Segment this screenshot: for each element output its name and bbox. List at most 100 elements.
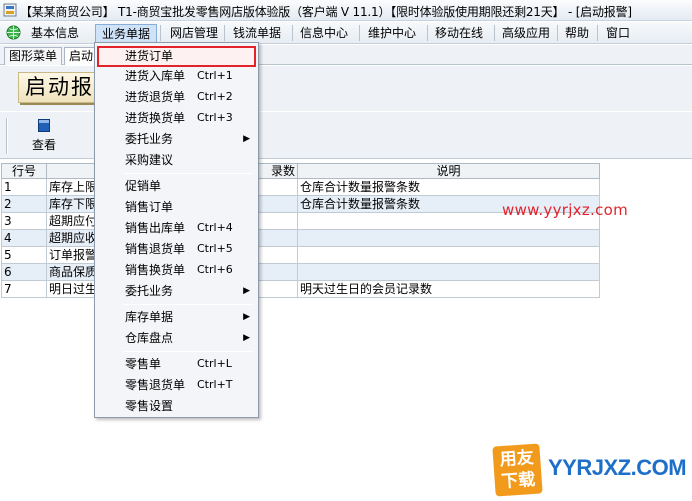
menu-help[interactable]: 帮助 <box>559 24 595 43</box>
row-name: 库存下限 <box>45 195 101 213</box>
site-logo: 用友 下载 YYRJXZ.COM <box>492 441 687 497</box>
column-header-description[interactable]: 说明 <box>297 163 601 179</box>
menu-item-shortcut: Ctrl+4 <box>197 221 233 234</box>
submenu-arrow-icon: ▶ <box>243 286 250 296</box>
row-name: 超期应付 <box>45 212 101 230</box>
toolbar-separator <box>6 118 8 154</box>
menu-online-store[interactable]: 网店管理 <box>164 24 224 43</box>
title-bar: 【某某商贸公司】 T1-商贸宝批发零售网店版体验版（客户端 V 11.1）【限时… <box>0 0 692 21</box>
menu-item-shortcut: Ctrl+T <box>197 378 233 391</box>
menu-item-purchase-receipt[interactable]: 进货入库单 Ctrl+1 <box>97 66 256 87</box>
menu-business-documents[interactable]: 业务单据 <box>95 24 158 43</box>
menu-separator <box>160 25 161 41</box>
menu-item-retail-settings[interactable]: 零售设置 <box>97 396 256 417</box>
menu-item-label: 零售单 <box>125 357 162 371</box>
submenu-arrow-icon: ▶ <box>243 333 250 343</box>
menu-separator <box>123 173 253 174</box>
menu-item-promotion[interactable]: 促销单 <box>97 176 256 197</box>
menu-maintenance[interactable]: 维护中心 <box>362 24 422 43</box>
menu-advanced[interactable]: 高级应用 <box>496 24 556 43</box>
menu-cash-documents[interactable]: 钱流单据 <box>227 24 287 43</box>
logo-site-text: YYRJXZ.COM <box>548 455 687 480</box>
row-name: 订单报警 <box>45 246 101 264</box>
menu-item-label: 销售出库单 <box>125 221 186 235</box>
menu-item-purchase-suggestion[interactable]: 采购建议 <box>97 150 256 171</box>
menu-item-label: 进货退货单 <box>125 90 186 104</box>
view-button-label: 查看 <box>31 138 56 152</box>
row-number: 3 <box>1 212 47 230</box>
row-description: 明天过生日的会员记录数 <box>297 280 601 298</box>
submenu-arrow-icon: ▶ <box>243 312 250 322</box>
menu-item-consignment-purchase[interactable]: 委托业务 ▶ <box>97 129 256 150</box>
view-button[interactable]: 查看 <box>22 119 66 155</box>
row-description: 仓库合计数量报警条数 <box>297 178 601 196</box>
menu-window[interactable]: 窗口 <box>600 24 636 43</box>
menu-item-sales-return[interactable]: 销售退货单 Ctrl+5 <box>97 239 256 260</box>
menu-separator <box>359 25 360 41</box>
table-row[interactable]: 1 库存上限 仓库合计数量报警条数 <box>1 178 601 196</box>
menu-separator <box>123 351 253 352</box>
menu-item-label: 委托业务 <box>125 284 174 298</box>
column-header-row-no[interactable]: 行号 <box>1 163 47 179</box>
menu-separator <box>224 25 225 41</box>
row-description <box>297 263 601 281</box>
menu-item-shortcut: Ctrl+5 <box>197 242 233 255</box>
menu-separator <box>123 304 253 305</box>
menu-item-label: 库存单据 <box>125 310 174 324</box>
column-header-name[interactable] <box>45 163 101 179</box>
menu-separator <box>494 25 495 41</box>
tab-graphic-menu[interactable]: 图形菜单 <box>4 47 63 65</box>
menu-item-shortcut: Ctrl+L <box>197 357 232 370</box>
menu-info-center[interactable]: 信息中心 <box>294 24 354 43</box>
row-number: 6 <box>1 263 47 281</box>
menu-item-label: 零售设置 <box>125 399 174 413</box>
table-row[interactable]: 7 明日过生 明天过生日的会员记录数 <box>1 280 601 298</box>
menu-item-shortcut: Ctrl+2 <box>197 90 233 103</box>
row-description <box>297 246 601 264</box>
view-icon <box>38 119 50 132</box>
menu-item-consignment-sales[interactable]: 委托业务 ▶ <box>97 281 256 302</box>
logo-badge-bottom: 下载 <box>500 469 536 493</box>
page-caption: 启动报 <box>18 72 98 103</box>
menu-separator <box>427 25 428 41</box>
row-name: 商品保质 <box>45 263 101 281</box>
menu-item-label: 零售退货单 <box>125 378 186 392</box>
menu-mobile-online[interactable]: 移动在线 <box>429 24 489 43</box>
menu-item-label: 进货换货单 <box>125 111 186 125</box>
menu-item-purchase-order[interactable]: 进货订单 <box>97 46 256 67</box>
menu-item-retail-return[interactable]: 零售退货单 Ctrl+T <box>97 375 256 396</box>
watermark-url: www.yyrjxz.com <box>502 201 629 219</box>
row-number: 1 <box>1 178 47 196</box>
menu-basic-info[interactable]: 基本信息 <box>25 24 85 43</box>
menu-separator <box>292 25 293 41</box>
menu-item-stocktaking[interactable]: 仓库盘点 ▶ <box>97 328 256 349</box>
menu-item-shortcut: Ctrl+3 <box>197 111 233 124</box>
menu-item-label: 销售订单 <box>125 200 174 214</box>
menu-bar: 基本信息 业务单据 网店管理 钱流单据 信息中心 维护中心 移动在线 高级应用 … <box>0 22 692 44</box>
row-description <box>297 229 601 247</box>
row-number: 4 <box>1 229 47 247</box>
menu-item-label: 促销单 <box>125 179 162 193</box>
menu-item-inventory-documents[interactable]: 库存单据 ▶ <box>97 307 256 328</box>
menu-item-shortcut: Ctrl+1 <box>197 69 233 82</box>
menu-item-label: 委托业务 <box>125 132 174 146</box>
app-icon <box>3 3 17 17</box>
row-name: 超期应收 <box>45 229 101 247</box>
menu-item-retail-sale[interactable]: 零售单 Ctrl+L <box>97 354 256 375</box>
row-name: 明日过生 <box>45 280 101 298</box>
table-row[interactable]: 5 订单报警 <box>1 246 601 264</box>
menu-item-sales-order[interactable]: 销售订单 <box>97 197 256 218</box>
table-row[interactable]: 6 商品保质 <box>1 263 601 281</box>
menu-item-label: 销售换货单 <box>125 263 186 277</box>
row-number: 5 <box>1 246 47 264</box>
logo-badge: 用友 下载 <box>492 443 543 497</box>
table-row[interactable]: 4 超期应收 <box>1 229 601 247</box>
menu-item-shortcut: Ctrl+6 <box>197 263 233 276</box>
menu-item-sales-delivery[interactable]: 销售出库单 Ctrl+4 <box>97 218 256 239</box>
row-number: 7 <box>1 280 47 298</box>
menu-item-purchase-exchange[interactable]: 进货换货单 Ctrl+3 <box>97 108 256 129</box>
menu-item-purchase-return[interactable]: 进货退货单 Ctrl+2 <box>97 87 256 108</box>
menu-item-label: 销售退货单 <box>125 242 186 256</box>
menu-item-label: 采购建议 <box>125 153 174 167</box>
menu-item-sales-exchange[interactable]: 销售换货单 Ctrl+6 <box>97 260 256 281</box>
